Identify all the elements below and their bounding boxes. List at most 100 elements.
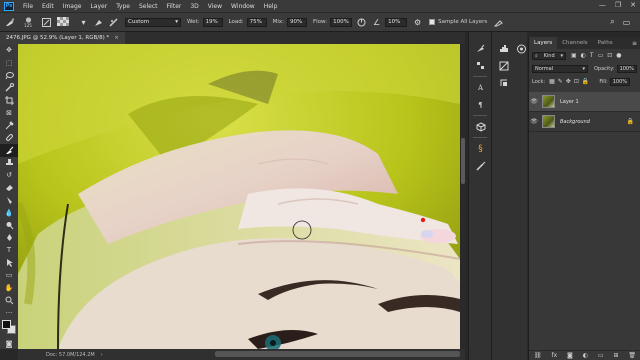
color-swatches[interactable]	[2, 320, 16, 334]
tab-channels[interactable]: Channels	[557, 37, 592, 49]
brush-settings-panel-icon[interactable]	[469, 40, 492, 57]
crop-tool-icon[interactable]	[0, 94, 18, 107]
gear-icon[interactable]: ⚙	[412, 17, 423, 28]
vertical-scrollbar-thumb[interactable]	[461, 138, 465, 184]
eyedropper-tool-icon[interactable]	[0, 119, 18, 132]
chevron-right-icon[interactable]: ›	[101, 352, 103, 358]
filter-toggle-icon[interactable]: ●	[616, 52, 621, 59]
adjustment-filter-icon[interactable]: ◐	[581, 52, 586, 59]
path-selection-tool-icon[interactable]	[0, 257, 18, 270]
menu-view[interactable]: View	[208, 3, 222, 10]
gradient-tool-icon[interactable]	[0, 194, 18, 207]
tab-layers[interactable]: Layers	[529, 37, 558, 49]
eraser-tool-icon[interactable]	[0, 182, 18, 195]
lock-all-icon[interactable]: 🔒	[582, 78, 589, 85]
menu-layer[interactable]: Layer	[90, 3, 107, 10]
new-layer-icon[interactable]: ⊞	[613, 352, 618, 359]
airbrush-icon[interactable]	[356, 17, 367, 28]
wet-field[interactable]: 19%	[202, 17, 223, 27]
clone-stamp-tool-icon[interactable]	[0, 157, 18, 170]
angle-field[interactable]: 10%	[385, 17, 408, 27]
menu-filter[interactable]: Filter	[167, 3, 182, 10]
link-layers-icon[interactable]: ⛓	[534, 352, 542, 359]
frame-tool-icon[interactable]: ⊠	[0, 107, 18, 120]
close-button[interactable]: ✕	[630, 1, 636, 9]
maximize-button[interactable]: ❐	[615, 1, 621, 9]
vertical-scrollbar-track[interactable]	[461, 44, 465, 349]
hand-tool-icon[interactable]: ✋	[0, 282, 18, 295]
adjustment-layer-icon[interactable]: ◐	[583, 352, 588, 359]
menu-type[interactable]: Type	[116, 3, 130, 10]
shape-filter-icon[interactable]: ▭	[598, 52, 604, 59]
menu-file[interactable]: File	[23, 3, 33, 10]
move-tool-icon[interactable]: ✥	[0, 44, 18, 57]
blend-preset-dropdown[interactable]: Custom ▾	[125, 17, 181, 27]
lock-transparency-icon[interactable]: ▦	[549, 78, 555, 85]
menu-image[interactable]: Image	[63, 3, 82, 10]
history-brush-tool-icon[interactable]: ↺	[0, 169, 18, 182]
marquee-tool-icon[interactable]: ⬚	[0, 57, 18, 70]
3d-panel-icon[interactable]	[469, 118, 492, 135]
menu-edit[interactable]: Edit	[42, 3, 54, 10]
add-mask-icon[interactable]: ◙	[567, 352, 573, 359]
type-tool-icon[interactable]: T	[0, 244, 18, 257]
layer-row-layer-1[interactable]: 👁 Layer 1	[529, 92, 640, 112]
lock-pixels-icon[interactable]: ✎	[558, 78, 563, 85]
new-group-icon[interactable]: ▭	[598, 352, 604, 359]
mixer-brush-tool-icon[interactable]	[4, 17, 15, 28]
pen-tool-icon[interactable]	[0, 232, 18, 245]
document-canvas[interactable]	[18, 44, 460, 349]
menu-3d[interactable]: 3D	[190, 3, 198, 10]
panel-menu-icon[interactable]: ≡	[632, 40, 637, 47]
healing-brush-tool-icon[interactable]	[0, 132, 18, 145]
lock-position-icon[interactable]: ✥	[566, 78, 571, 85]
menu-help[interactable]: Help	[264, 3, 278, 10]
quick-select-tool-icon[interactable]	[0, 82, 18, 95]
blend-mode-dropdown[interactable]: Normal ▾	[532, 64, 588, 73]
minimize-button[interactable]: —	[599, 1, 606, 9]
current-load-swatch[interactable]	[56, 17, 70, 28]
opacity-field[interactable]: 100%	[616, 64, 637, 73]
lock-artboard-icon[interactable]: ⊡	[574, 78, 579, 85]
close-tab-icon[interactable]: ×	[114, 35, 119, 41]
rectangle-tool-icon[interactable]: ▭	[0, 269, 18, 282]
layer-row-background[interactable]: 👁 Background 🔒	[529, 112, 640, 132]
trash-icon[interactable]: 🗑	[628, 352, 636, 359]
menu-window[interactable]: Window	[231, 3, 255, 10]
load-brush-icon[interactable]: ▾	[78, 17, 89, 28]
brush-preset-picker[interactable]: 125	[19, 16, 37, 28]
styles-panel-icon[interactable]	[492, 74, 515, 91]
type-filter-icon[interactable]: T	[590, 52, 594, 59]
menu-select[interactable]: Select	[139, 3, 158, 10]
zoom-tool-icon[interactable]	[0, 294, 18, 307]
tab-paths[interactable]: Paths	[593, 37, 618, 49]
clean-brush-icon[interactable]	[93, 17, 104, 28]
clone-source-panel-icon[interactable]	[469, 57, 492, 74]
load-field[interactable]: 75%	[246, 17, 267, 27]
dodge-tool-icon[interactable]	[0, 219, 18, 232]
character-panel-icon[interactable]: A	[469, 79, 492, 96]
edit-toolbar-icon[interactable]: ···	[0, 307, 18, 320]
properties-panel-icon[interactable]: §	[469, 140, 492, 157]
document-tab[interactable]: 2476.JPG @ 52.9% (Layer 1, RGB/8) * ×	[0, 32, 125, 44]
brush-settings-icon[interactable]	[41, 17, 52, 28]
adjustments-panel-icon[interactable]	[492, 57, 515, 74]
quick-mask-icon[interactable]: ◙	[0, 338, 18, 351]
eye-icon[interactable]: 👁	[529, 98, 539, 105]
mix-field[interactable]: 90%	[286, 17, 307, 27]
layer-style-icon[interactable]: fx	[551, 352, 557, 359]
kind-filter-dropdown[interactable]: ⌕ Kind ▾	[532, 51, 566, 60]
workspace-icon[interactable]: ▭	[621, 17, 632, 28]
mixer-brush-tool-icon[interactable]	[0, 144, 18, 157]
paragraph-panel-icon[interactable]: ¶	[469, 96, 492, 113]
flow-field[interactable]: 100%	[330, 17, 353, 27]
lasso-tool-icon[interactable]	[0, 69, 18, 82]
eye-icon[interactable]: 👁	[529, 118, 539, 125]
fill-field[interactable]: 100%	[609, 77, 630, 86]
smart-object-filter-icon[interactable]: ⊡	[607, 52, 612, 59]
horizontal-scrollbar-thumb[interactable]	[215, 351, 460, 357]
foreground-color-swatch[interactable]	[2, 320, 11, 329]
search-icon[interactable]: ⌕	[607, 17, 618, 28]
sample-all-layers-checkbox[interactable]	[429, 19, 436, 25]
pixel-filter-icon[interactable]: ▣	[571, 52, 577, 59]
